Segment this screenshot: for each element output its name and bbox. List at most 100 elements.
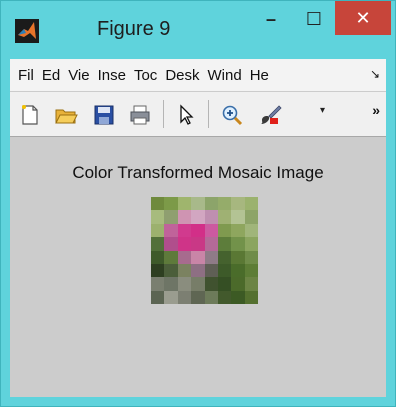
mosaic-pixel bbox=[191, 223, 205, 238]
minimize-icon: – bbox=[265, 8, 276, 29]
new-figure-icon[interactable] bbox=[18, 103, 42, 127]
mosaic-pixel bbox=[151, 237, 165, 251]
mosaic-pixel bbox=[164, 223, 178, 238]
mosaic-pixel bbox=[204, 223, 218, 238]
maximize-icon: ☐ bbox=[305, 8, 323, 29]
menu-insert[interactable]: Inse bbox=[98, 67, 126, 84]
menu-tools[interactable]: Toc bbox=[134, 67, 157, 84]
mosaic-pixel bbox=[151, 250, 165, 264]
mosaic-pixel bbox=[164, 210, 178, 224]
toolbar-separator bbox=[208, 100, 209, 128]
mosaic-pixel bbox=[217, 237, 232, 251]
menu-help[interactable]: He bbox=[250, 67, 269, 84]
mosaic-pixel bbox=[151, 197, 165, 211]
toolbar-more-icon[interactable]: » bbox=[372, 102, 380, 118]
mosaic-pixel bbox=[177, 250, 192, 264]
mosaic-pixel bbox=[244, 210, 258, 224]
mosaic-pixel bbox=[244, 223, 258, 238]
menu-overflow-icon[interactable]: ↘ bbox=[370, 67, 380, 81]
mosaic-pixel bbox=[191, 250, 205, 264]
mosaic-pixel bbox=[164, 277, 178, 291]
mosaic-image bbox=[151, 197, 258, 304]
mosaic-pixel bbox=[231, 290, 245, 304]
mosaic-pixel bbox=[217, 263, 232, 278]
mosaic-pixel bbox=[244, 250, 258, 264]
menu-desktop[interactable]: Desk bbox=[165, 67, 199, 84]
close-icon: ✕ bbox=[355, 7, 371, 28]
mosaic-pixel bbox=[164, 250, 178, 264]
mosaic-pixel bbox=[177, 237, 192, 251]
mosaic-pixel bbox=[231, 210, 245, 224]
figure-window: Figure 9 – ☐ ✕ Fil Ed Vie Inse Toc Desk … bbox=[0, 0, 396, 407]
toolbar: ▾ » bbox=[10, 92, 386, 137]
mosaic-pixel bbox=[204, 277, 218, 291]
mosaic-pixel bbox=[177, 290, 192, 304]
mosaic-pixel bbox=[231, 250, 245, 264]
brush-dropdown-icon[interactable]: ▾ bbox=[320, 105, 325, 116]
mosaic-pixel bbox=[204, 263, 218, 278]
toolbar-separator bbox=[163, 100, 164, 128]
mosaic-pixel bbox=[151, 263, 165, 278]
mosaic-pixel bbox=[231, 237, 245, 251]
mosaic-pixel bbox=[191, 290, 205, 304]
open-file-icon[interactable] bbox=[54, 103, 78, 127]
mosaic-pixel bbox=[164, 290, 178, 304]
mosaic-pixel bbox=[231, 223, 245, 238]
menu-bar: Fil Ed Vie Inse Toc Desk Wind He ↘ bbox=[10, 59, 386, 91]
mosaic-pixel bbox=[191, 277, 205, 291]
client-area: Fil Ed Vie Inse Toc Desk Wind He ↘ ▾ » C… bbox=[10, 59, 386, 397]
mosaic-pixel bbox=[204, 250, 218, 264]
save-icon[interactable] bbox=[92, 103, 116, 127]
mosaic-pixel bbox=[217, 223, 232, 238]
pointer-icon[interactable] bbox=[174, 103, 198, 127]
maximize-button[interactable]: ☐ bbox=[293, 1, 335, 37]
mosaic-pixel bbox=[244, 263, 258, 278]
mosaic-pixel bbox=[177, 210, 192, 224]
mosaic-pixel bbox=[164, 197, 178, 211]
mosaic-pixel bbox=[177, 197, 192, 211]
mosaic-pixel bbox=[204, 197, 218, 211]
mosaic-pixel bbox=[151, 223, 165, 238]
mosaic-pixel bbox=[177, 223, 192, 238]
figure-canvas: Color Transformed Mosaic Image bbox=[10, 137, 386, 397]
title-bar[interactable]: Figure 9 – ☐ ✕ bbox=[1, 1, 395, 59]
menu-file[interactable]: Fil bbox=[18, 67, 34, 84]
minimize-button[interactable]: – bbox=[249, 1, 293, 37]
mosaic-pixel bbox=[204, 290, 218, 304]
brush-icon[interactable] bbox=[258, 103, 282, 127]
mosaic-pixel bbox=[151, 290, 165, 304]
mosaic-pixel bbox=[191, 237, 205, 251]
mosaic-pixel bbox=[217, 197, 232, 211]
menu-window[interactable]: Wind bbox=[208, 67, 242, 84]
window-title: Figure 9 bbox=[97, 18, 171, 40]
mosaic-pixel bbox=[217, 250, 232, 264]
mosaic-pixel bbox=[231, 263, 245, 278]
mosaic-pixel bbox=[244, 277, 258, 291]
close-button[interactable]: ✕ bbox=[335, 1, 391, 35]
mosaic-pixel bbox=[244, 197, 258, 211]
mosaic-pixel bbox=[177, 263, 192, 278]
zoom-in-icon[interactable] bbox=[220, 103, 244, 127]
mosaic-pixel bbox=[204, 210, 218, 224]
mosaic-pixel bbox=[164, 237, 178, 251]
mosaic-pixel bbox=[217, 277, 232, 291]
mosaic-pixel bbox=[244, 290, 258, 304]
mosaic-pixel bbox=[204, 237, 218, 251]
mosaic-pixel bbox=[231, 277, 245, 291]
mosaic-pixel bbox=[151, 277, 165, 291]
mosaic-pixel bbox=[217, 210, 232, 224]
menu-edit[interactable]: Ed bbox=[42, 67, 60, 84]
mosaic-pixel bbox=[217, 290, 232, 304]
mosaic-pixel bbox=[177, 277, 192, 291]
mosaic-pixel bbox=[191, 197, 205, 211]
mosaic-pixel bbox=[191, 263, 205, 278]
mosaic-pixel bbox=[191, 210, 205, 224]
mosaic-pixel bbox=[151, 210, 165, 224]
mosaic-pixel bbox=[244, 237, 258, 251]
menu-view[interactable]: Vie bbox=[68, 67, 89, 84]
print-icon[interactable] bbox=[128, 103, 152, 127]
mosaic-pixel bbox=[164, 263, 178, 278]
mosaic-pixel bbox=[231, 197, 245, 211]
matlab-logo-icon bbox=[15, 19, 39, 43]
plot-title: Color Transformed Mosaic Image bbox=[72, 163, 324, 182]
